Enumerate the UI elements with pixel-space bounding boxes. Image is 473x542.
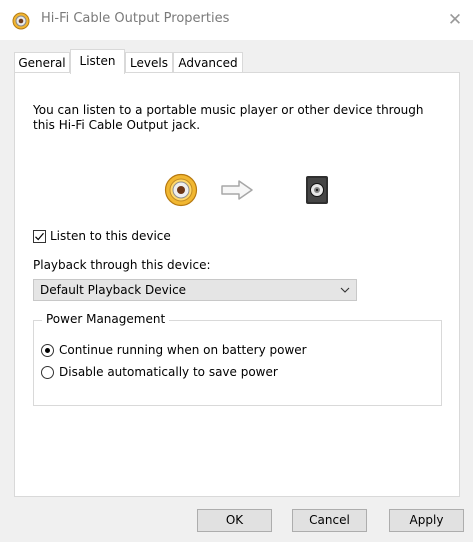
ok-button[interactable]: OK [197, 509, 272, 532]
checkmark-icon [35, 232, 44, 241]
disable-automatically-radio[interactable] [41, 366, 54, 379]
tab-general[interactable]: General [14, 52, 70, 72]
ok-label: OK [225, 513, 244, 527]
right-arrow-icon [221, 180, 253, 200]
cancel-button[interactable]: Cancel [292, 509, 367, 532]
disable-automatically-label: Disable automatically to save power [59, 365, 278, 379]
title-bar: Hi-Fi Cable Output Properties ✕ [0, 0, 473, 40]
tab-advanced[interactable]: Advanced [173, 52, 243, 72]
listen-to-device-label: Listen to this device [50, 229, 171, 243]
listen-description: You can listen to a portable music playe… [33, 103, 424, 132]
close-button[interactable]: ✕ [437, 6, 473, 34]
audio-jack-icon [12, 12, 30, 30]
speaker-icon [306, 176, 328, 204]
continue-running-label: Continue running when on battery power [59, 343, 307, 357]
tab-label: Advanced [178, 56, 238, 70]
tab-label: Listen [79, 54, 116, 68]
playback-device-select[interactable]: Default Playback Device [33, 279, 357, 301]
playback-device-label: Playback through this device: [33, 258, 211, 272]
power-management-group: Power Management Continue running when o… [33, 312, 442, 406]
listen-panel: You can listen to a portable music playe… [14, 72, 460, 497]
close-icon: ✕ [447, 10, 463, 30]
listen-to-device-checkbox[interactable] [33, 230, 46, 243]
audio-jack-icon [164, 173, 198, 207]
power-management-title: Power Management [42, 312, 170, 326]
tab-label: General [18, 56, 66, 70]
tab-label: Levels [130, 56, 168, 70]
apply-button[interactable]: Apply [389, 509, 464, 532]
tab-listen[interactable]: Listen [70, 49, 125, 74]
cancel-label: Cancel [309, 513, 350, 527]
playback-device-value: Default Playback Device [40, 283, 187, 297]
tab-levels[interactable]: Levels [125, 52, 173, 72]
chevron-down-icon [340, 287, 350, 293]
apply-label: Apply [409, 513, 444, 527]
continue-running-radio[interactable] [41, 344, 54, 357]
window-title: Hi-Fi Cable Output Properties [41, 11, 230, 26]
